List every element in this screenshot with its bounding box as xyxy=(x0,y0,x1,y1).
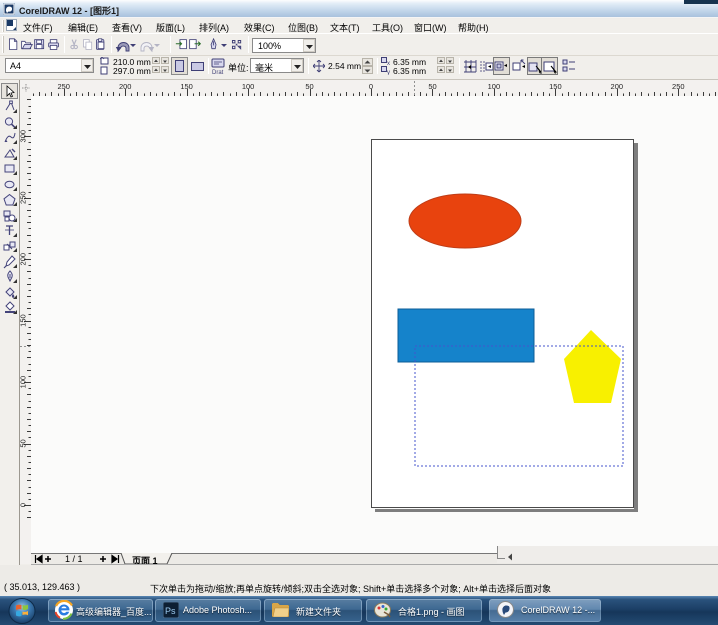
svg-text:250: 250 xyxy=(672,82,685,91)
svg-text:100: 100 xyxy=(488,82,501,91)
svg-text:250: 250 xyxy=(57,82,70,91)
svg-text:100: 100 xyxy=(20,376,28,389)
svg-text:200: 200 xyxy=(20,253,28,266)
svg-text:300: 300 xyxy=(20,130,28,143)
svg-text:Ps: Ps xyxy=(165,606,176,616)
svg-text:Drat: Drat xyxy=(212,70,224,75)
svg-text:50: 50 xyxy=(20,439,28,447)
svg-text:150: 150 xyxy=(549,82,562,91)
svg-text:150: 150 xyxy=(180,82,193,91)
svg-text:200: 200 xyxy=(119,82,132,91)
svg-text:0: 0 xyxy=(20,503,28,507)
svg-text:200: 200 xyxy=(611,82,624,91)
svg-text:100: 100 xyxy=(242,82,255,91)
svg-text:0: 0 xyxy=(369,82,373,91)
svg-text:50: 50 xyxy=(305,82,313,91)
svg-text:50: 50 xyxy=(428,82,436,91)
svg-text:y: y xyxy=(387,70,390,75)
svg-text:250: 250 xyxy=(20,191,28,204)
svg-text:150: 150 xyxy=(20,314,28,327)
